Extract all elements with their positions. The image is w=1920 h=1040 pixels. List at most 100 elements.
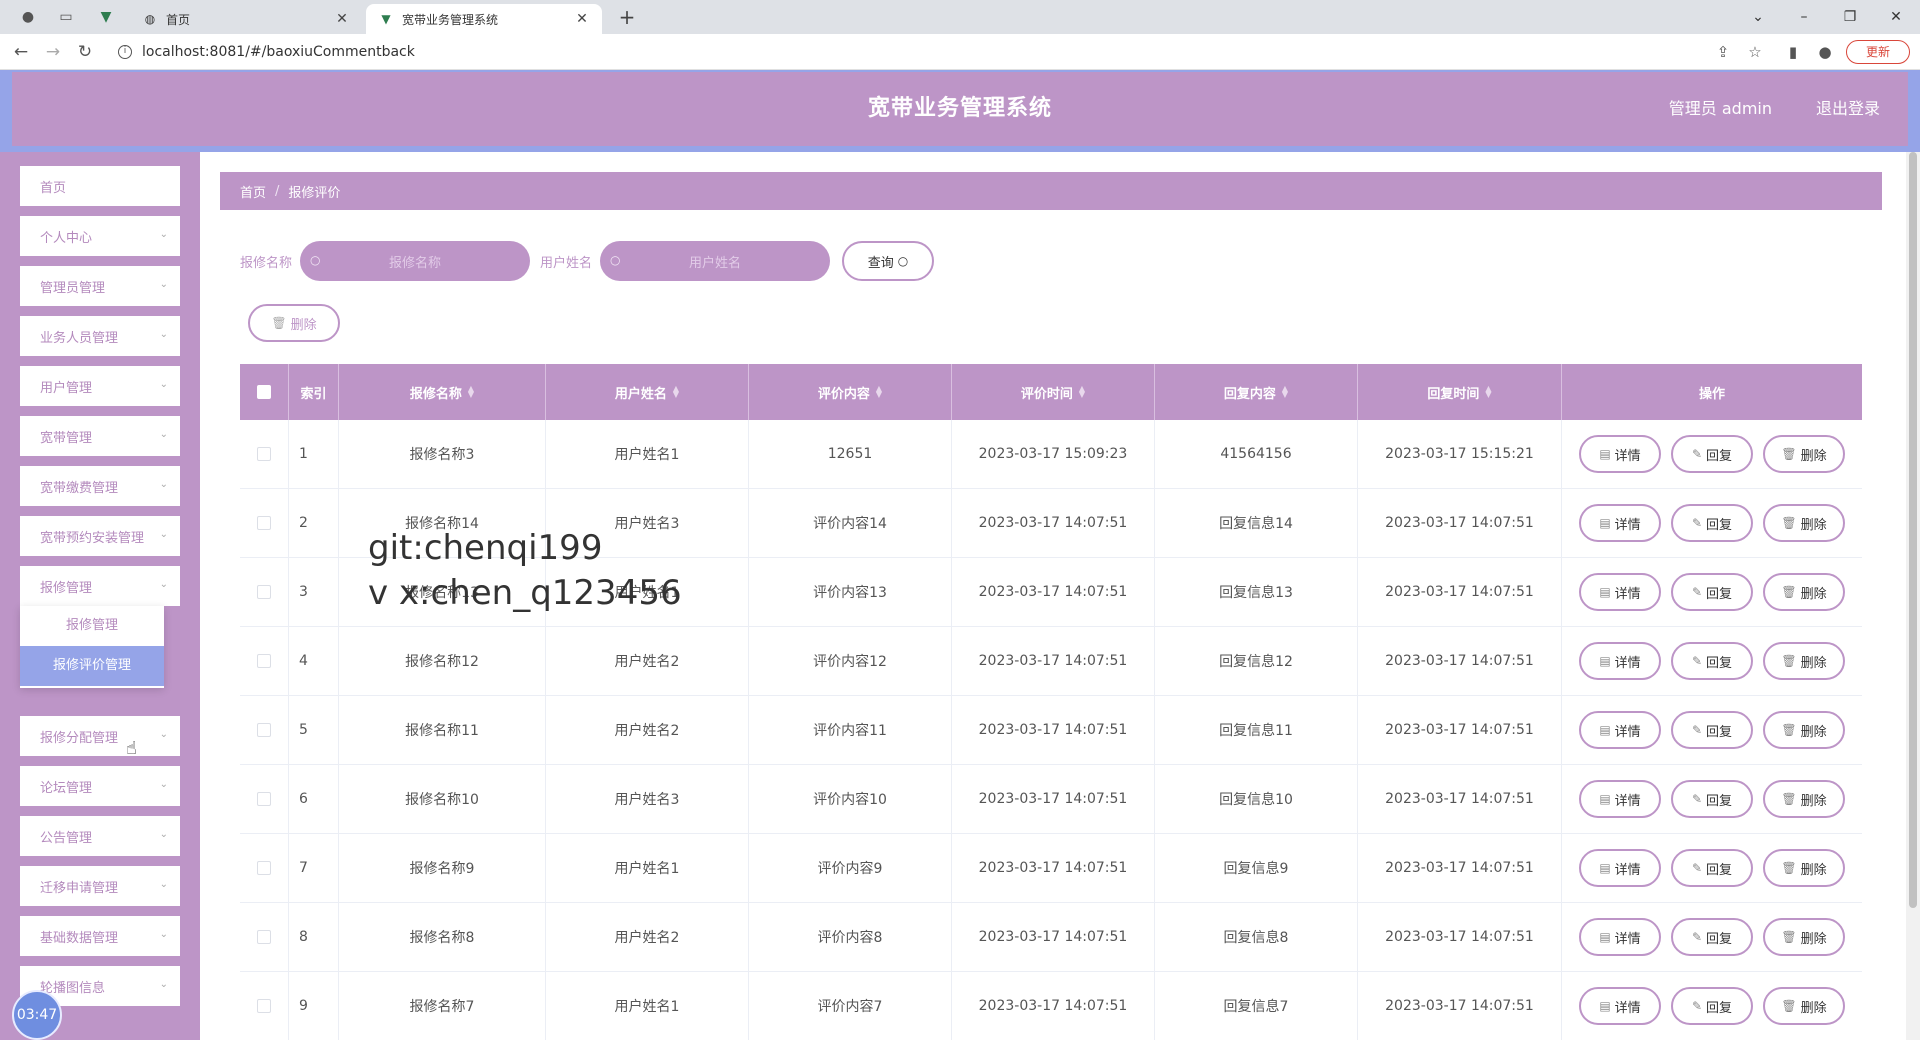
github-icon[interactable]: ●: [18, 7, 38, 27]
sidebar-item[interactable]: 报修分配管理 ⌄: [20, 716, 180, 756]
sort-icon[interactable]: ▲ ▼: [468, 385, 474, 399]
update-button[interactable]: 更新: [1846, 40, 1910, 64]
detail-button[interactable]: ▤ 详情: [1579, 849, 1661, 887]
reply-button[interactable]: ✎ 回复: [1671, 435, 1753, 473]
delete-button[interactable]: 🗑 删除: [1763, 849, 1845, 887]
row-checkbox[interactable]: [257, 999, 271, 1013]
bookmark-star-icon[interactable]: ☆: [1744, 41, 1766, 63]
row-checkbox[interactable]: [257, 654, 271, 668]
repair-name-input[interactable]: ○ 报修名称: [300, 241, 531, 281]
sidebar-item[interactable]: 个人中心 ⌄: [20, 216, 180, 256]
side-panel-icon[interactable]: ▮: [1782, 41, 1804, 63]
info-icon[interactable]: i: [118, 45, 132, 59]
logout-link[interactable]: 退出登录: [1816, 72, 1880, 146]
sidebar-item[interactable]: 基础数据管理 ⌄: [20, 916, 180, 956]
detail-button[interactable]: ▤ 详情: [1579, 711, 1661, 749]
header-comment-content[interactable]: 评价内容 ▲ ▼: [749, 364, 952, 420]
table-row[interactable]: 5 报修名称11 用户姓名2 评价内容11 2023-03-17 14:07:51 回复信…: [240, 696, 1862, 765]
minimize-icon[interactable]: –: [1792, 5, 1816, 29]
profile-icon[interactable]: ●: [1814, 41, 1836, 63]
sort-icon[interactable]: ▲ ▼: [1079, 385, 1085, 399]
row-checkbox[interactable]: [257, 585, 271, 599]
reply-button[interactable]: ✎ 回复: [1671, 780, 1753, 818]
delete-button[interactable]: 🗑 删除: [1763, 780, 1845, 818]
sort-icon[interactable]: ▲ ▼: [1282, 385, 1288, 399]
header-repair-name[interactable]: 报修名称 ▲ ▼: [339, 364, 546, 420]
table-row[interactable]: 4 报修名称12 用户姓名2 评价内容12 2023-03-17 14:07:51 回复信…: [240, 627, 1862, 696]
sidebar-item[interactable]: 公告管理 ⌄: [20, 816, 180, 856]
row-checkbox[interactable]: [257, 516, 271, 530]
back-icon[interactable]: ←: [10, 41, 32, 63]
reply-button[interactable]: ✎ 回复: [1671, 573, 1753, 611]
detail-button[interactable]: ▤ 详情: [1579, 504, 1661, 542]
sidebar-item[interactable]: 宽带缴费管理 ⌄: [20, 466, 180, 506]
header-reply-content[interactable]: 回复内容 ▲ ▼: [1155, 364, 1358, 420]
blank-tab-icon[interactable]: ▭: [56, 7, 76, 27]
reload-icon[interactable]: ↻: [74, 41, 96, 63]
detail-button[interactable]: ▤ 详情: [1579, 435, 1661, 473]
user-name-input[interactable]: ○ 用户姓名: [600, 241, 831, 281]
reply-button[interactable]: ✎ 回复: [1671, 918, 1753, 956]
reply-button[interactable]: ✎ 回复: [1671, 504, 1753, 542]
sort-icon[interactable]: ▲ ▼: [1485, 385, 1491, 399]
sort-icon[interactable]: ▲ ▼: [673, 385, 679, 399]
table-row[interactable]: 7 报修名称9 用户姓名1 评价内容9 2023-03-17 14:07:51 回复信息9…: [240, 834, 1862, 903]
header-reply-time[interactable]: 回复时间 ▲ ▼: [1358, 364, 1562, 420]
detail-button[interactable]: ▤ 详情: [1579, 987, 1661, 1025]
close-icon[interactable]: ✕: [334, 11, 350, 27]
tab-home[interactable]: ◍ 首页 ✕: [130, 4, 362, 34]
row-checkbox[interactable]: [257, 861, 271, 875]
row-checkbox[interactable]: [257, 723, 271, 737]
query-button[interactable]: 查询 ○: [842, 241, 935, 281]
reply-button[interactable]: ✎ 回复: [1671, 711, 1753, 749]
sidebar-item[interactable]: 宽带管理 ⌄: [20, 416, 180, 456]
sidebar-item[interactable]: 论坛管理 ⌄: [20, 766, 180, 806]
detail-button[interactable]: ▤ 详情: [1579, 573, 1661, 611]
page-scrollbar[interactable]: [1906, 152, 1920, 1040]
row-checkbox[interactable]: [257, 930, 271, 944]
sort-icon[interactable]: ▲ ▼: [876, 385, 882, 399]
delete-button[interactable]: 🗑 删除: [1763, 573, 1845, 611]
scrollbar-thumb[interactable]: [1909, 152, 1917, 908]
header-comment-time[interactable]: 评价时间 ▲ ▼: [952, 364, 1155, 420]
delete-button[interactable]: 🗑 删除: [1763, 918, 1845, 956]
table-row[interactable]: 1 报修名称3 用户姓名1 12651 2023-03-17 15:09:23 41564…: [240, 420, 1862, 489]
sidebar-item[interactable]: 迁移申请管理 ⌄: [20, 866, 180, 906]
vue-icon[interactable]: ▼: [96, 7, 116, 27]
tab-broadband[interactable]: ▼ 宽带业务管理系统 ✕: [366, 4, 602, 34]
delete-button[interactable]: 🗑 删除: [1763, 435, 1845, 473]
detail-button[interactable]: ▤ 详情: [1579, 780, 1661, 818]
select-all-checkbox[interactable]: [257, 385, 271, 399]
reply-button[interactable]: ✎ 回复: [1671, 987, 1753, 1025]
sidebar-item[interactable]: 管理员管理 ⌄: [20, 266, 180, 306]
new-tab-button[interactable]: +: [616, 6, 638, 28]
window-close-icon[interactable]: ✕: [1884, 5, 1908, 29]
reply-button[interactable]: ✎ 回复: [1671, 642, 1753, 680]
url-field[interactable]: i localhost:8081/#/baoxiuCommentback: [108, 38, 1708, 66]
table-row[interactable]: 6 报修名称10 用户姓名3 评价内容10 2023-03-17 14:07:51 回复信…: [240, 765, 1862, 834]
sidebar-item[interactable]: 用户管理 ⌄: [20, 366, 180, 406]
reply-button[interactable]: ✎ 回复: [1671, 849, 1753, 887]
breadcrumb-home[interactable]: 首页: [240, 182, 266, 201]
submenu-item-repair-comment[interactable]: 报修评价管理: [20, 646, 164, 686]
tab-search-icon[interactable]: ⌄: [1746, 5, 1770, 29]
table-row[interactable]: 8 报修名称8 用户姓名2 评价内容8 2023-03-17 14:07:51 回复信息8…: [240, 903, 1862, 972]
sidebar-item[interactable]: 报修管理 ⌄: [20, 566, 180, 606]
sidebar-item[interactable]: 宽带预约安装管理 ⌄: [20, 516, 180, 556]
forward-icon[interactable]: →: [42, 41, 64, 63]
detail-button[interactable]: ▤ 详情: [1579, 918, 1661, 956]
sidebar-item[interactable]: 首页: [20, 166, 180, 206]
restore-icon[interactable]: ❐: [1838, 5, 1862, 29]
delete-button[interactable]: 🗑 删除: [1763, 504, 1845, 542]
submenu-item-repair[interactable]: 报修管理: [20, 606, 164, 646]
delete-button[interactable]: 🗑 删除: [1763, 987, 1845, 1025]
header-user-name[interactable]: 用户姓名 ▲ ▼: [546, 364, 749, 420]
share-icon[interactable]: ⇪: [1712, 41, 1734, 63]
table-row[interactable]: 9 报修名称7 用户姓名1 评价内容7 2023-03-17 14:07:51 回复信息7…: [240, 972, 1862, 1040]
delete-button[interactable]: 🗑 删除: [1763, 642, 1845, 680]
sidebar-item[interactable]: 业务人员管理 ⌄: [20, 316, 180, 356]
row-checkbox[interactable]: [257, 792, 271, 806]
row-checkbox[interactable]: [257, 447, 271, 461]
batch-delete-button[interactable]: 🗑 删除: [248, 304, 340, 342]
close-icon[interactable]: ✕: [574, 11, 590, 27]
